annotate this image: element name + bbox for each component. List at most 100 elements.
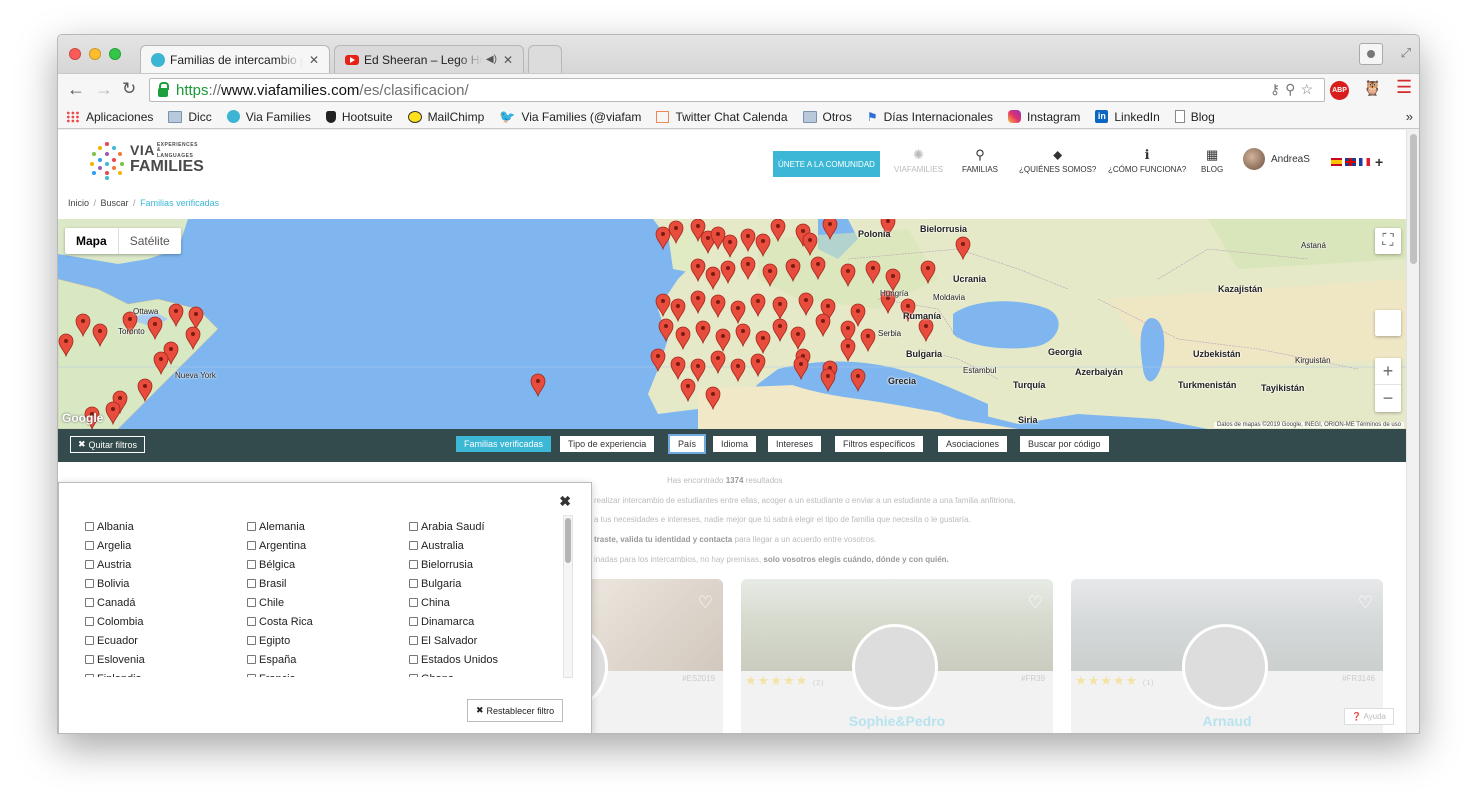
filter-interests[interactable]: Intereses [768,436,822,452]
back-icon[interactable]: ← [67,79,85,100]
country-checkbox[interactable] [409,617,418,626]
country-option[interactable]: Bolivia [85,574,247,593]
breadcrumb-search[interactable]: Buscar [101,198,129,208]
family-pin[interactable] [675,326,691,351]
country-checkbox[interactable] [409,579,418,588]
plus-icon[interactable]: + [1375,154,1383,170]
filter-search-by-code[interactable]: Buscar por código [1020,436,1109,452]
family-pin[interactable] [865,260,881,285]
nav-viafamilies[interactable]: ✺ VIAFAMILIES [894,148,943,175]
country-checkbox[interactable] [409,655,418,664]
country-checkbox[interactable] [409,636,418,645]
family-pin[interactable] [750,353,766,378]
zoom-out-icon[interactable]: − [1375,385,1401,412]
bookmark-hootsuite[interactable]: Hootsuite [325,110,393,124]
country-option[interactable]: Australia [409,536,559,555]
country-option[interactable]: Costa Rica [247,612,409,631]
family-pin[interactable] [188,306,204,331]
family-pin[interactable] [885,268,901,293]
bookmark-via-families[interactable]: Via Families [226,110,311,124]
family-pin[interactable] [815,313,831,338]
country-option[interactable]: Bulgaria [409,574,559,593]
site-logo[interactable]: VIA EXPERIENCES & LANGUAGES FAMILIES [88,140,204,180]
country-checkbox[interactable] [409,560,418,569]
country-option[interactable]: Chile [247,593,409,612]
key-icon[interactable]: ⚷ [1270,81,1285,97]
family-pin[interactable] [705,266,721,291]
flag-es-icon[interactable] [1331,158,1342,166]
heart-icon[interactable]: ♡ [1028,593,1043,613]
country-option[interactable]: España [247,650,409,669]
family-pin[interactable] [185,326,201,351]
family-pin[interactable] [658,318,674,343]
country-option[interactable]: Ecuador [85,631,247,650]
country-checkbox[interactable] [409,598,418,607]
bookmark-otros[interactable]: Otros [802,110,852,124]
country-checkbox[interactable] [85,598,94,607]
family-pin[interactable] [75,313,91,338]
family-pin[interactable] [755,233,771,258]
country-option[interactable]: Austria [85,555,247,574]
family-pin[interactable] [710,294,726,319]
country-checkbox[interactable] [247,560,256,569]
country-option[interactable]: Colombia [85,612,247,631]
family-pin[interactable] [722,234,738,259]
clear-filters-button[interactable]: ✖ Quitar filtros [70,436,146,453]
country-option[interactable]: Ghana [409,669,559,677]
country-checkbox[interactable] [85,579,94,588]
family-pin[interactable] [802,232,818,257]
map-fullscreen-icon[interactable]: ⛶ [1375,228,1401,254]
reload-icon[interactable]: ↻ [122,79,136,99]
country-checkbox[interactable] [85,560,94,569]
country-checkbox[interactable] [247,674,256,677]
family-pin[interactable] [810,256,826,281]
family-pin[interactable] [715,328,731,353]
close-window-button[interactable] [69,48,81,60]
country-option[interactable]: Finlandia [85,669,247,677]
family-pin[interactable] [690,358,706,383]
user-menu[interactable]: AndreaS [1243,148,1310,170]
heart-icon[interactable]: ♡ [698,593,713,613]
family-pin[interactable] [772,318,788,343]
family-pin[interactable] [168,303,184,328]
family-pin[interactable] [740,256,756,281]
filter-verified-families[interactable]: Familias verificadas [456,436,552,452]
country-checkbox[interactable] [409,674,418,677]
family-name[interactable]: Arnaud [1071,713,1383,729]
close-tab-icon[interactable]: ✕ [309,53,319,67]
country-checkbox[interactable] [247,636,256,645]
hootlet-owl-icon[interactable]: 🦉 [1363,79,1382,97]
menu-icon[interactable]: ☰ [1396,77,1412,98]
family-pin[interactable] [790,326,806,351]
family-pin[interactable] [650,348,666,373]
page-scrollbar[interactable] [1406,130,1419,733]
family-pin[interactable] [755,330,771,355]
reset-filter-button[interactable]: ✖ Restablecer filtro [467,699,564,722]
country-option[interactable]: Arabia Saudí [409,517,559,536]
bookmark-dias-internacionales[interactable]: ⚑ Días Internacionales [867,110,993,124]
family-pin[interactable] [137,378,153,403]
country-option[interactable]: Brasil [247,574,409,593]
country-list-scrollbar[interactable] [563,515,573,678]
country-option[interactable]: Bielorrusia [409,555,559,574]
country-checkbox[interactable] [85,617,94,626]
country-option[interactable]: Estados Unidos [409,650,559,669]
family-pin[interactable] [730,300,746,325]
zoom-icon[interactable]: ⚲ [1285,81,1300,97]
country-option[interactable]: El Salvador [409,631,559,650]
family-pin[interactable] [772,296,788,321]
zoom-window-button[interactable] [109,48,121,60]
country-option[interactable]: Argelia [85,536,247,555]
family-pin[interactable] [705,386,721,411]
filter-language[interactable]: Idioma [713,436,757,452]
family-pin[interactable] [730,358,746,383]
family-pin[interactable] [720,260,736,285]
family-pin[interactable] [820,368,836,393]
family-pin[interactable] [770,219,786,243]
bookmark-instagram[interactable]: Instagram [1008,110,1080,124]
family-pin[interactable] [147,316,163,341]
bookmark-star-icon[interactable]: ☆ [1300,81,1318,97]
family-pin[interactable] [710,226,726,251]
more-bookmarks-icon[interactable]: » [1406,109,1413,124]
family-pin[interactable] [860,328,876,353]
